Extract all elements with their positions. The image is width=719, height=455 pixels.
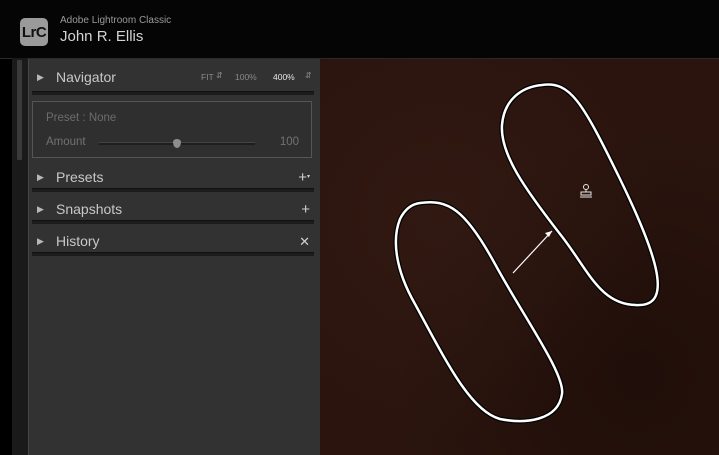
section-divider — [32, 252, 314, 256]
spot-target-outline[interactable] — [393, 199, 565, 424]
image-canvas[interactable] — [320, 59, 719, 455]
expand-triangle-icon[interactable]: ▶ — [37, 172, 44, 183]
snapshots-title: Snapshots — [56, 201, 123, 217]
user-name: John R. Ellis — [60, 28, 144, 45]
close-icon[interactable]: ✕ — [299, 234, 310, 249]
history-title: History — [56, 233, 100, 249]
spot-source-outline[interactable] — [499, 82, 661, 308]
preset-label[interactable]: Preset : None — [46, 112, 116, 124]
spot-connector-line — [512, 230, 553, 274]
snapshots-header[interactable]: ▶ Snapshots + — [28, 196, 320, 222]
panel-scrollbar[interactable] — [17, 60, 22, 160]
section-divider — [32, 91, 314, 95]
plus-icon[interactable]: + — [301, 202, 310, 217]
zoom-fit-option[interactable]: FIT — [201, 72, 214, 82]
app-name: Adobe Lightroom Classic — [60, 15, 172, 26]
zoom-fit-stepper-icon[interactable]: ⇵ — [216, 71, 223, 80]
spot-connector-arrowhead — [545, 231, 552, 237]
lightroom-logo: LrC — [20, 18, 48, 46]
zoom-400-option[interactable]: 400% — [273, 72, 295, 82]
expand-triangle-icon[interactable]: ▶ — [37, 236, 44, 247]
spot-overlay-layer — [393, 82, 661, 424]
history-header[interactable]: ▶ History ✕ — [28, 228, 320, 254]
section-divider — [32, 220, 314, 224]
amount-slider-thumb[interactable] — [173, 139, 181, 148]
amount-value[interactable]: 100 — [280, 136, 299, 148]
spot-heal-preset-box: Preset : None Amount 100 — [32, 101, 312, 158]
stamp-cursor-icon — [580, 184, 592, 198]
expand-triangle-icon[interactable]: ▶ — [37, 204, 44, 215]
navigator-title: Navigator — [56, 69, 116, 85]
spot-source-outline-stroke — [500, 83, 660, 307]
section-divider — [32, 188, 314, 192]
amount-label: Amount — [46, 136, 86, 148]
presets-title: Presets — [56, 169, 104, 185]
plus-icon[interactable]: +▾ — [298, 170, 310, 185]
zoom-400-stepper-icon[interactable]: ⇵ — [305, 71, 312, 80]
expand-triangle-icon[interactable]: ▶ — [37, 72, 44, 83]
identity-plate: LrC Adobe Lightroom Classic John R. Elli… — [0, 0, 719, 59]
zoom-100-option[interactable]: 100% — [235, 72, 257, 82]
presets-header[interactable]: ▶ Presets +▾ — [28, 164, 320, 190]
amount-slider[interactable] — [99, 139, 255, 148]
